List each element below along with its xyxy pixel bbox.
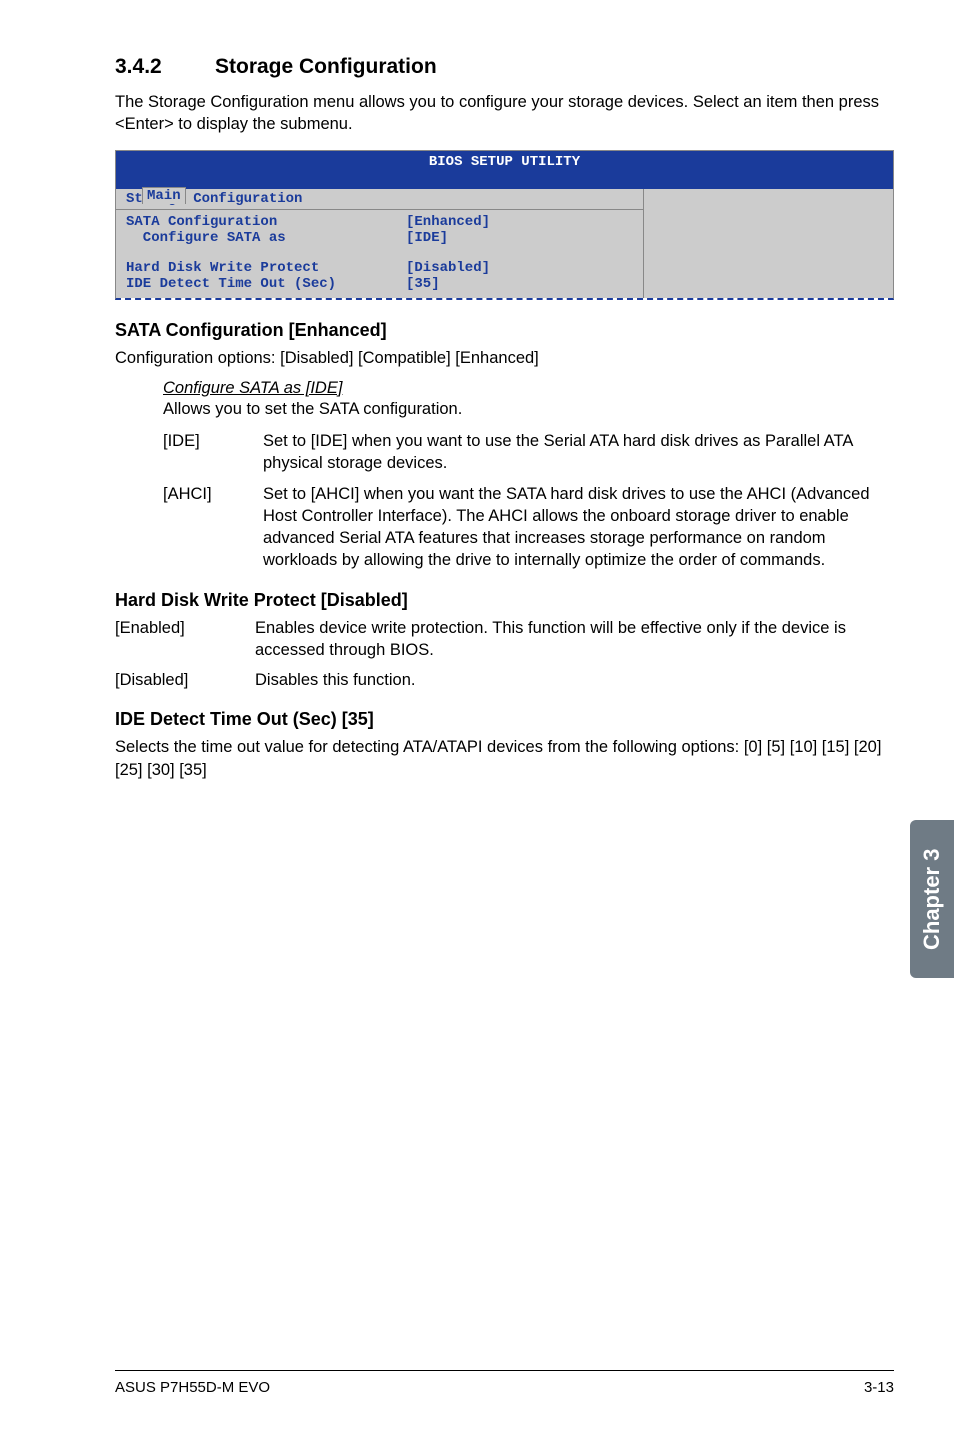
option-enabled: [Enabled] Enables device write protectio… <box>115 617 894 662</box>
option-ide: [IDE] Set to [IDE] when you want to use … <box>163 430 894 475</box>
bios-value: [IDE] <box>406 230 448 246</box>
bios-label: Configure SATA as <box>126 230 406 246</box>
hdwp-heading: Hard Disk Write Protect [Disabled] <box>115 590 894 611</box>
bios-row-ide-timeout[interactable]: IDE Detect Time Out (Sec) [35] <box>126 276 633 292</box>
ide-timeout-desc: Selects the time out value for detecting… <box>115 736 894 781</box>
intro-paragraph: The Storage Configuration menu allows yo… <box>115 91 894 136</box>
option-value: Enables device write protection. This fu… <box>255 617 894 662</box>
bios-tab-main[interactable]: Main <box>142 187 186 204</box>
bios-label: IDE Detect Time Out (Sec) <box>126 276 406 292</box>
bios-row-sata-config[interactable]: SATA Configuration [Enhanced] <box>126 214 633 230</box>
option-key: [Enabled] <box>115 617 255 662</box>
bios-value: [35] <box>406 276 440 292</box>
bios-value: [Enhanced] <box>406 214 490 230</box>
configure-sata-as-heading: Configure SATA as [IDE] <box>163 379 894 398</box>
bios-panel: BIOS SETUP UTILITY Main Storage Configur… <box>115 150 894 300</box>
bios-row-hd-write-protect[interactable]: Hard Disk Write Protect [Disabled] <box>126 260 633 276</box>
option-value: Disables this function. <box>255 669 894 691</box>
section-heading: 3.4.2Storage Configuration <box>115 55 894 79</box>
option-ahci: [AHCI] Set to [AHCI] when you want the S… <box>163 483 894 572</box>
sata-config-heading: SATA Configuration [Enhanced] <box>115 320 894 341</box>
option-value: Set to [IDE] when you want to use the Se… <box>263 430 894 475</box>
bios-tab-row: Main <box>116 171 893 189</box>
option-key: [IDE] <box>163 430 263 475</box>
bios-help-panel <box>644 189 893 298</box>
bios-utility-title: BIOS SETUP UTILITY <box>116 151 893 171</box>
option-key: [Disabled] <box>115 669 255 691</box>
ide-timeout-heading: IDE Detect Time Out (Sec) [35] <box>115 709 894 730</box>
bios-label: Hard Disk Write Protect <box>126 260 406 276</box>
bios-row-configure-sata-as[interactable]: Configure SATA as [IDE] <box>126 230 633 246</box>
footer-product: ASUS P7H55D-M EVO <box>115 1379 270 1396</box>
option-key: [AHCI] <box>163 483 263 572</box>
option-disabled: [Disabled] Disables this function. <box>115 669 894 691</box>
configure-sata-as-desc: Allows you to set the SATA configuration… <box>163 398 894 420</box>
bios-label: SATA Configuration <box>126 214 406 230</box>
bios-value: [Disabled] <box>406 260 490 276</box>
section-title: Storage Configuration <box>215 55 437 78</box>
chapter-side-tab: Chapter 3 <box>910 820 954 978</box>
sata-config-options: Configuration options: [Disabled] [Compa… <box>115 347 894 369</box>
page-footer: ASUS P7H55D-M EVO 3-13 <box>115 1370 894 1396</box>
option-value: Set to [AHCI] when you want the SATA har… <box>263 483 894 572</box>
bios-panel-title: Storage Configuration <box>116 189 643 210</box>
footer-page-number: 3-13 <box>864 1379 894 1396</box>
section-number: 3.4.2 <box>115 55 215 79</box>
